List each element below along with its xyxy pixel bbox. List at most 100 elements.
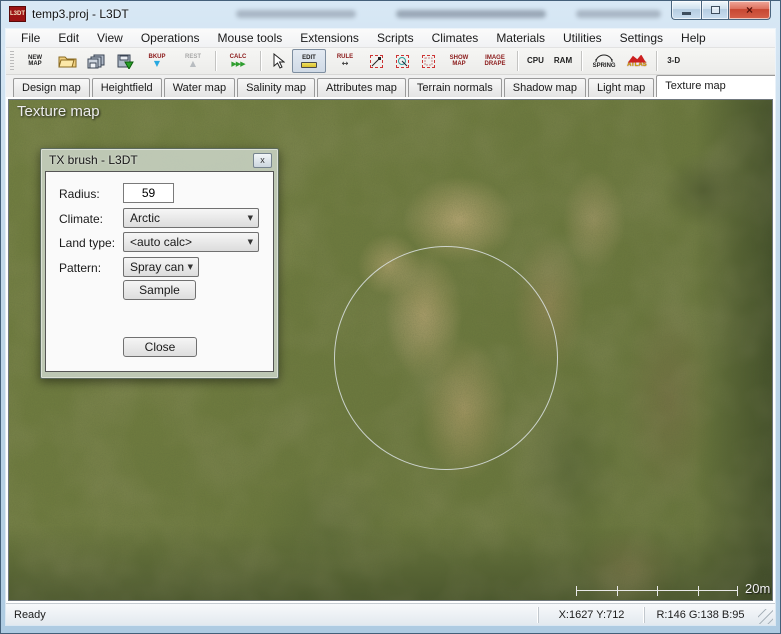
atlas-mountain-icon (628, 55, 646, 63)
new-map-button[interactable]: NEW MAP (18, 49, 52, 73)
cpu-button[interactable]: CPU (523, 49, 548, 73)
maximize-button[interactable] (701, 1, 729, 20)
toolbar: NEW MAP BKUP (6, 48, 775, 75)
menu-view[interactable]: View (88, 29, 132, 47)
tab-heightfield[interactable]: Heightfield (92, 78, 162, 97)
import-floppy-icon (116, 54, 134, 69)
dialog-close-button[interactable]: x (253, 153, 272, 168)
pattern-value: Spray can (130, 260, 184, 274)
tab-texture-map[interactable]: Texture map (656, 75, 775, 97)
menu-mouse-tools[interactable]: Mouse tools (209, 29, 292, 47)
save-all-icon (87, 54, 106, 69)
show-map-button[interactable]: SHOW MAP (442, 49, 476, 73)
spring-button[interactable]: SPRING (587, 49, 621, 73)
land-type-value: <auto calc> (130, 235, 192, 249)
resize-grip[interactable] (758, 609, 773, 624)
select-ellipse-button[interactable] (390, 49, 414, 73)
map-overlay-title: Texture map (17, 103, 100, 120)
land-type-label: Land type: (59, 236, 115, 250)
edit-icon-label: EDIT (296, 55, 322, 61)
image-drape-button[interactable]: IMAGE DRAPE (478, 49, 512, 73)
ruler-arrows-icon: ↔ (342, 60, 349, 68)
ram-icon: RAM (554, 57, 572, 65)
scale-bar-tick (576, 586, 577, 596)
tab-shadow-map[interactable]: Shadow map (504, 78, 586, 97)
minimize-button[interactable] (671, 1, 701, 20)
toolbar-separator (656, 51, 657, 71)
scale-bar-tick (617, 586, 618, 596)
scale-bar-label: 20m (745, 581, 770, 596)
menu-settings[interactable]: Settings (611, 29, 672, 47)
radius-label: Radius: (59, 187, 100, 201)
sample-button[interactable]: Sample (123, 280, 196, 300)
tab-light-map[interactable]: Light map (588, 78, 654, 97)
dialog-close-action-button[interactable]: Close (123, 337, 197, 357)
toolbar-separator (581, 51, 582, 71)
spring-icon-label: SPRING (591, 63, 617, 69)
window-controls: × (671, 1, 771, 20)
tab-water-map[interactable]: Water map (164, 78, 235, 97)
calc-button[interactable]: CALC ▶▶▶ (221, 49, 255, 73)
climate-dropdown[interactable]: Arctic ▼ (123, 208, 259, 228)
toolbar-separator (215, 51, 216, 71)
import-map-button[interactable] (112, 49, 138, 73)
edit-tool-button[interactable]: EDIT (292, 49, 326, 73)
scale-bar-tick (698, 586, 699, 596)
pencil-icon (301, 62, 317, 68)
restore-button[interactable]: REST ▲ (176, 49, 210, 73)
tab-attributes-map[interactable]: Attributes map (317, 78, 406, 97)
land-type-dropdown[interactable]: <auto calc> ▼ (123, 232, 259, 252)
status-bar: Ready X:1627 Y:712 R:146 G:138 B:95 (6, 603, 775, 625)
pattern-label: Pattern: (59, 261, 101, 275)
ram-button[interactable]: RAM (550, 49, 576, 73)
3d-icon: 3-D (667, 57, 680, 65)
climate-label: Climate: (59, 212, 103, 226)
ruler-tool-button[interactable]: RULE ↔ (328, 49, 362, 73)
menu-extensions[interactable]: Extensions (291, 29, 368, 47)
backup-button[interactable]: BKUP ▼ (140, 49, 174, 73)
radius-input[interactable] (123, 183, 174, 203)
menu-utilities[interactable]: Utilities (554, 29, 611, 47)
menu-file[interactable]: File (12, 29, 49, 47)
toolbar-grip[interactable] (10, 51, 14, 71)
3d-view-button[interactable]: 3-D (662, 49, 686, 73)
atlas-button[interactable]: ATLAS (623, 49, 651, 73)
app-window: L3DT temp3.proj - L3DT × File Edit View … (0, 0, 781, 634)
select-rect-button[interactable] (416, 49, 440, 73)
titlebar-blur-smudge (576, 10, 661, 18)
cpu-icon: CPU (527, 57, 544, 65)
close-button[interactable]: × (729, 1, 771, 20)
minimize-icon (682, 12, 691, 15)
pointer-tool-button[interactable] (266, 49, 290, 73)
menu-climates[interactable]: Climates (423, 29, 488, 47)
menu-operations[interactable]: Operations (132, 29, 209, 47)
dialog-body: Radius: Climate: Arctic ▼ Land type: <au… (45, 171, 274, 372)
tab-terrain-normals[interactable]: Terrain normals (408, 78, 502, 97)
save-all-button[interactable] (83, 49, 110, 73)
open-project-button[interactable] (54, 49, 81, 73)
chevron-down-icon: ▼ (188, 263, 193, 271)
scale-bar-tick (737, 586, 738, 596)
menu-help[interactable]: Help (672, 29, 715, 47)
tab-design-map[interactable]: Design map (13, 78, 90, 97)
backup-arrow-icon: ▼ (154, 60, 160, 68)
tx-brush-dialog: TX brush - L3DT x Radius: Climate: Arcti… (40, 148, 279, 379)
show-map-icon: SHOW MAP (446, 55, 472, 67)
status-cursor-coords: X:1627 Y:712 (538, 607, 644, 623)
close-icon: × (746, 3, 753, 17)
select-polygon-icon (370, 55, 383, 68)
titlebar-blur-smudge (236, 10, 356, 18)
brush-cursor-circle (334, 246, 558, 470)
menu-materials[interactable]: Materials (487, 29, 554, 47)
tab-salinity-map[interactable]: Salinity map (237, 78, 315, 97)
select-ellipse-icon (396, 55, 409, 68)
cursor-arrow-icon (272, 53, 285, 69)
select-polygon-button[interactable] (364, 49, 388, 73)
menu-edit[interactable]: Edit (49, 29, 88, 47)
pattern-dropdown[interactable]: Spray can ▼ (123, 257, 199, 277)
title-bar[interactable]: L3DT temp3.proj - L3DT × (1, 1, 780, 28)
maximize-icon (711, 6, 720, 14)
dialog-title-bar[interactable]: TX brush - L3DT x (45, 149, 274, 171)
scale-bar-tick (657, 586, 658, 596)
menu-scripts[interactable]: Scripts (368, 29, 423, 47)
